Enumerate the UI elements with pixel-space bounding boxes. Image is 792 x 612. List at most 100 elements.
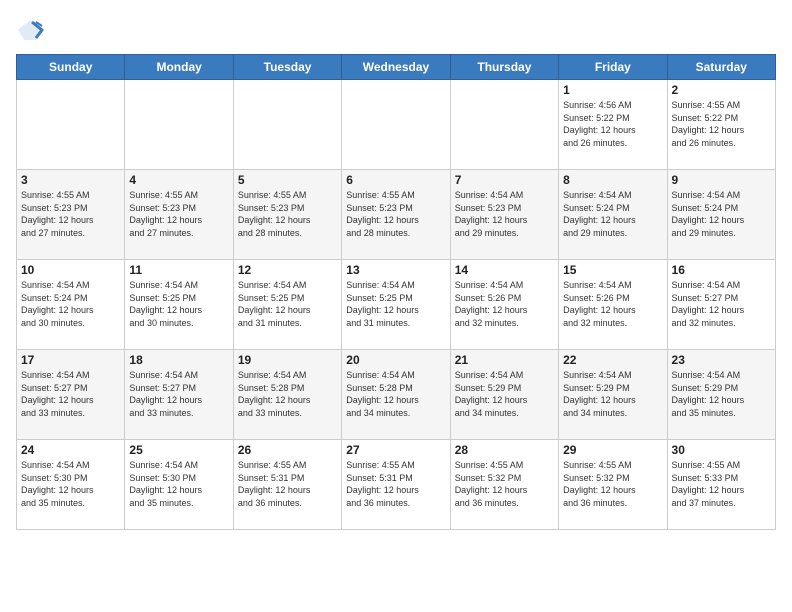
weekday-header-friday: Friday [559,55,667,80]
calendar-cell: 9Sunrise: 4:54 AM Sunset: 5:24 PM Daylig… [667,170,775,260]
day-info: Sunrise: 4:55 AM Sunset: 5:31 PM Dayligh… [346,459,445,509]
week-row-4: 24 Sunrise: 4:54 AM Sunset: 5:30 PM Dayli… [17,440,776,530]
calendar-cell: 7 Sunrise: 4:54 AM Sunset: 5:23 PM Daylig… [450,170,558,260]
day-number: 12 [238,263,337,277]
day-number: 7 [455,173,554,187]
day-number: 19 [238,353,337,367]
calendar-cell: 13Sunrise: 4:54 AM Sunset: 5:25 PM Dayli… [342,260,450,350]
calendar-cell: 18 Sunrise: 4:54 AM Sunset: 5:27 PM Dayli… [125,350,233,440]
day-number: 2 [672,83,771,97]
calendar-cell: 20 Sunrise: 4:54 AM Sunset: 5:28 PM Dayli… [342,350,450,440]
day-number: 28 [455,443,554,457]
day-number: 16 [672,263,771,277]
day-number: 17 [21,353,120,367]
week-row-1: 3Sunrise: 4:55 AM Sunset: 5:23 PM Daylig… [17,170,776,260]
calendar-cell: 25 Sunrise: 4:54 AM Sunset: 5:30 PM Dayli… [125,440,233,530]
day-info: Sunrise: 4:54 AM Sunset: 5:25 PM Dayligh… [129,279,228,329]
calendar-cell [17,80,125,170]
calendar-cell: 17 Sunrise: 4:54 AM Sunset: 5:27 PM Dayli… [17,350,125,440]
calendar-cell: 21 Sunrise: 4:54 AM Sunset: 5:29 PM Dayli… [450,350,558,440]
day-number: 18 [129,353,228,367]
calendar-cell: 27 Sunrise: 4:55 AM Sunset: 5:31 PM Dayli… [342,440,450,530]
calendar-cell: 23 Sunrise: 4:54 AM Sunset: 5:29 PM Dayli… [667,350,775,440]
calendar-cell [450,80,558,170]
day-info: Sunrise: 4:55 AM Sunset: 5:22 PM Dayligh… [672,99,771,149]
day-info: Sunrise: 4:54 AM Sunset: 5:29 PM Dayligh… [455,369,554,419]
day-info: Sunrise: 4:55 AM Sunset: 5:33 PM Dayligh… [672,459,771,509]
day-number: 10 [21,263,120,277]
day-info: Sunrise: 4:54 AM Sunset: 5:27 PM Dayligh… [129,369,228,419]
calendar-cell: 1Sunrise: 4:56 AM Sunset: 5:22 PM Daylig… [559,80,667,170]
weekday-header-tuesday: Tuesday [233,55,341,80]
day-info: Sunrise: 4:54 AM Sunset: 5:27 PM Dayligh… [672,279,771,329]
day-number: 13 [346,263,445,277]
calendar-cell: 2 Sunrise: 4:55 AM Sunset: 5:22 PM Daylig… [667,80,775,170]
day-info: Sunrise: 4:54 AM Sunset: 5:29 PM Dayligh… [672,369,771,419]
weekday-header-thursday: Thursday [450,55,558,80]
logo [16,16,48,44]
week-row-0: 1Sunrise: 4:56 AM Sunset: 5:22 PM Daylig… [17,80,776,170]
day-number: 8 [563,173,662,187]
day-info: Sunrise: 4:55 AM Sunset: 5:23 PM Dayligh… [21,189,120,239]
calendar-cell: 26 Sunrise: 4:55 AM Sunset: 5:31 PM Dayli… [233,440,341,530]
calendar-body: 1Sunrise: 4:56 AM Sunset: 5:22 PM Daylig… [17,80,776,530]
calendar-cell: 28 Sunrise: 4:55 AM Sunset: 5:32 PM Dayli… [450,440,558,530]
calendar-cell [125,80,233,170]
day-number: 15 [563,263,662,277]
day-info: Sunrise: 4:54 AM Sunset: 5:26 PM Dayligh… [455,279,554,329]
calendar-header: SundayMondayTuesdayWednesdayThursdayFrid… [17,55,776,80]
day-info: Sunrise: 4:54 AM Sunset: 5:29 PM Dayligh… [563,369,662,419]
day-info: Sunrise: 4:55 AM Sunset: 5:32 PM Dayligh… [563,459,662,509]
day-info: Sunrise: 4:55 AM Sunset: 5:23 PM Dayligh… [129,189,228,239]
day-info: Sunrise: 4:54 AM Sunset: 5:24 PM Dayligh… [563,189,662,239]
day-info: Sunrise: 4:54 AM Sunset: 5:26 PM Dayligh… [563,279,662,329]
day-number: 5 [238,173,337,187]
day-number: 29 [563,443,662,457]
day-number: 25 [129,443,228,457]
day-info: Sunrise: 4:54 AM Sunset: 5:28 PM Dayligh… [238,369,337,419]
day-number: 14 [455,263,554,277]
week-row-3: 17 Sunrise: 4:54 AM Sunset: 5:27 PM Dayli… [17,350,776,440]
day-info: Sunrise: 4:54 AM Sunset: 5:23 PM Dayligh… [455,189,554,239]
calendar-cell: 15 Sunrise: 4:54 AM Sunset: 5:26 PM Dayli… [559,260,667,350]
day-number: 11 [129,263,228,277]
day-number: 9 [672,173,771,187]
day-number: 21 [455,353,554,367]
calendar-cell: 30 Sunrise: 4:55 AM Sunset: 5:33 PM Dayli… [667,440,775,530]
day-info: Sunrise: 4:55 AM Sunset: 5:23 PM Dayligh… [238,189,337,239]
calendar-cell: 10 Sunrise: 4:54 AM Sunset: 5:24 PM Dayli… [17,260,125,350]
calendar-cell: 24Sunrise: 4:54 AM Sunset: 5:30 PM Dayli… [17,440,125,530]
day-info: Sunrise: 4:55 AM Sunset: 5:23 PM Dayligh… [346,189,445,239]
day-info: Sunrise: 4:54 AM Sunset: 5:30 PM Dayligh… [129,459,228,509]
calendar-cell: 11 Sunrise: 4:54 AM Sunset: 5:25 PM Dayli… [125,260,233,350]
day-number: 23 [672,353,771,367]
day-info: Sunrise: 4:55 AM Sunset: 5:31 PM Dayligh… [238,459,337,509]
day-number: 30 [672,443,771,457]
calendar-cell [342,80,450,170]
day-number: 1 [563,83,662,97]
calendar-cell: 5 Sunrise: 4:55 AM Sunset: 5:23 PM Daylig… [233,170,341,260]
calendar-table: SundayMondayTuesdayWednesdayThursdayFrid… [16,54,776,530]
day-info: Sunrise: 4:54 AM Sunset: 5:28 PM Dayligh… [346,369,445,419]
weekday-header-row: SundayMondayTuesdayWednesdayThursdayFrid… [17,55,776,80]
weekday-header-saturday: Saturday [667,55,775,80]
calendar-cell: 12Sunrise: 4:54 AM Sunset: 5:25 PM Dayli… [233,260,341,350]
day-number: 20 [346,353,445,367]
header [16,16,776,44]
logo-icon [16,16,44,44]
calendar-cell: 19 Sunrise: 4:54 AM Sunset: 5:28 PM Dayli… [233,350,341,440]
page: SundayMondayTuesdayWednesdayThursdayFrid… [0,0,792,612]
day-number: 24 [21,443,120,457]
day-info: Sunrise: 4:55 AM Sunset: 5:32 PM Dayligh… [455,459,554,509]
calendar-cell: 22Sunrise: 4:54 AM Sunset: 5:29 PM Dayli… [559,350,667,440]
calendar-cell: 4 Sunrise: 4:55 AM Sunset: 5:23 PM Daylig… [125,170,233,260]
day-number: 6 [346,173,445,187]
day-number: 4 [129,173,228,187]
weekday-header-sunday: Sunday [17,55,125,80]
day-number: 26 [238,443,337,457]
day-number: 27 [346,443,445,457]
day-info: Sunrise: 4:54 AM Sunset: 5:27 PM Dayligh… [21,369,120,419]
calendar-cell: 14 Sunrise: 4:54 AM Sunset: 5:26 PM Dayli… [450,260,558,350]
day-info: Sunrise: 4:54 AM Sunset: 5:24 PM Dayligh… [21,279,120,329]
weekday-header-wednesday: Wednesday [342,55,450,80]
